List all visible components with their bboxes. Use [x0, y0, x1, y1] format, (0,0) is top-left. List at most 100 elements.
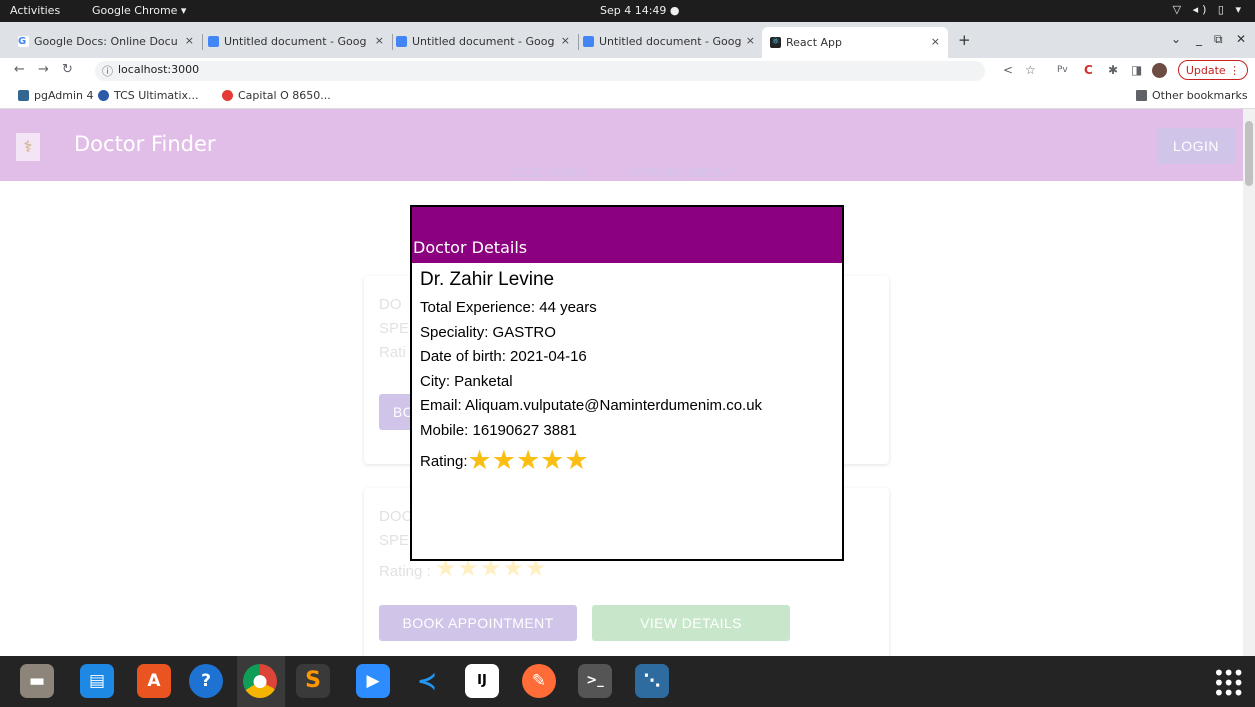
intellij-icon[interactable]: IJ — [465, 664, 499, 698]
tab-google-docs[interactable]: G Google Docs: Online Docu × — [18, 30, 198, 52]
email: Email: Aliquam.vulputate@Naminterdumenim… — [420, 397, 763, 414]
tcs-icon — [98, 90, 109, 101]
terminal-icon[interactable]: >_ — [578, 664, 612, 698]
system-status-icons[interactable]: ▽ ◂) ▯ ▾ — [1173, 3, 1245, 16]
vscode-icon[interactable]: ≺ — [410, 664, 444, 698]
doctor-details-modal: Doctor Details Dr. Zahir Levine Total Ex… — [410, 205, 844, 561]
share-icon[interactable]: < — [1003, 63, 1013, 77]
restore-icon[interactable]: ⧉ — [1214, 32, 1223, 47]
tab-untitled-document[interactable]: Untitled document - Goog × — [208, 30, 388, 52]
tab-label: Untitled document - Goog — [599, 34, 742, 48]
doctor-speciality: SPE — [379, 532, 410, 549]
postman-icon[interactable]: ✎ — [522, 664, 556, 698]
folder-icon — [1136, 90, 1147, 101]
modal-title: Doctor Details — [413, 238, 528, 257]
bookmark-capital-o[interactable]: Capital O 8650... — [222, 89, 331, 102]
doctor-name: Dr. Zahir Levine — [420, 269, 555, 290]
reload-icon[interactable]: ↻ — [62, 62, 73, 77]
tab-label: Google Docs: Online Docu — [34, 34, 178, 48]
puzzle-icon[interactable]: ✱ — [1108, 63, 1118, 77]
side-panel-icon[interactable]: ◨ — [1131, 63, 1142, 77]
help-icon[interactable]: ? — [189, 664, 223, 698]
close-icon[interactable]: × — [375, 34, 384, 47]
page-scrollbar[interactable] — [1243, 109, 1255, 656]
capital-o-icon — [222, 90, 233, 101]
tab-separator — [202, 34, 203, 50]
close-icon[interactable]: × — [746, 34, 755, 47]
rating-label: Rating : — [379, 563, 431, 580]
zoom-icon[interactable]: ▶ — [356, 664, 390, 698]
tab-label: Untitled document - Goog — [224, 34, 367, 48]
mysql-workbench-icon[interactable]: ⋱ — [635, 664, 669, 698]
bookmark-star-icon[interactable]: ☆ — [1025, 63, 1036, 77]
bookmark-label: TCS Ultimatix... — [114, 89, 199, 102]
tab-separator — [392, 34, 393, 50]
tab-react-app[interactable]: ⚛ React App × — [762, 27, 948, 58]
google-icon: G — [18, 35, 29, 47]
app-menu[interactable]: Google Chrome ▾ — [92, 4, 186, 17]
minimize-icon[interactable]: _ — [1196, 32, 1202, 46]
show-applications-icon[interactable]: ••• ••• ••• — [1213, 663, 1244, 703]
rating: Rating:★★★★★ — [420, 445, 589, 476]
back-icon[interactable]: ← — [14, 62, 25, 77]
pgadmin-icon — [18, 90, 29, 101]
dock: ▬ ▤ A ? ● S ▶ ≺ IJ ✎ >_ ⋱ ••• ••• ••• — [0, 656, 1255, 707]
total-experience: Total Experience: 44 years — [420, 299, 597, 316]
tab-separator — [578, 34, 579, 50]
rating-label: Rating: — [420, 453, 468, 470]
modal-header: Doctor Details — [412, 207, 842, 263]
react-icon: ⚛ — [770, 37, 781, 48]
sublime-icon[interactable]: S — [296, 664, 330, 698]
tab-strip: G Google Docs: Online Docu × Untitled do… — [0, 22, 1255, 58]
speciality: Speciality: GASTRO — [420, 324, 556, 341]
tab-appointment[interactable]: APPOINTMENT — [627, 164, 735, 180]
activities-button[interactable]: Activities — [10, 4, 60, 17]
other-bookmarks-label: Other bookmarks — [1152, 89, 1248, 102]
app-bar: ⚕ Doctor Finder LOGIN — [0, 109, 1243, 181]
caduceus-logo-icon: ⚕ — [16, 133, 40, 161]
bookmark-pgadmin[interactable]: pgAdmin 4 — [18, 89, 94, 102]
docs-icon — [583, 35, 594, 47]
doctor-name: DO — [379, 296, 402, 313]
app-title: Doctor Finder — [74, 132, 216, 156]
bookmark-tcs[interactable]: TCS Ultimatix... — [98, 89, 199, 102]
bookmark-label: pgAdmin 4 — [34, 89, 94, 102]
close-icon[interactable]: × — [185, 34, 194, 47]
mobile: Mobile: 16190627 3881 — [420, 422, 577, 439]
doctor-name: DOC — [379, 508, 413, 525]
tab-untitled-document[interactable]: Untitled document - Goog × — [396, 30, 574, 52]
view-details-button[interactable]: VIEW DETAILS — [592, 605, 790, 641]
bookmarks-bar: pgAdmin 4 TCS Ultimatix... Capital O 865… — [0, 84, 1255, 109]
doctor-rating: Rati — [379, 344, 406, 361]
book-appointment-button[interactable]: BOOK APPOINTMENT — [379, 605, 577, 641]
address-bar[interactable] — [95, 61, 985, 81]
clock[interactable]: Sep 4 14:49 ● — [600, 4, 680, 17]
city: City: Panketal — [420, 373, 513, 390]
tab-search-icon[interactable]: ⌄ — [1171, 32, 1181, 46]
close-icon[interactable]: × — [561, 34, 570, 47]
login-button[interactable]: LOGIN — [1157, 128, 1235, 164]
new-tab-button[interactable]: + — [958, 31, 971, 49]
site-info-icon[interactable]: ⓘ — [102, 63, 113, 79]
extension-icon[interactable]: C — [1084, 63, 1093, 77]
update-button[interactable]: Update ⋮ — [1178, 60, 1248, 80]
files-icon[interactable]: ▬ — [20, 664, 54, 698]
tab-doctors[interactable]: DOCTORS — [513, 164, 587, 180]
date-of-birth: Date of birth: 2021-04-16 — [420, 348, 587, 365]
docs-icon — [396, 35, 407, 47]
docs-icon — [208, 35, 219, 47]
pv-extension-icon[interactable]: Pv — [1057, 65, 1068, 75]
window-close-icon[interactable]: ✕ — [1236, 32, 1246, 46]
bookmark-label: Capital O 8650... — [238, 89, 331, 102]
close-icon[interactable]: × — [931, 35, 940, 48]
writer-icon[interactable]: ▤ — [80, 664, 114, 698]
page-content: ⚕ Doctor Finder LOGIN DOCTORS APPOINTMEN… — [0, 109, 1243, 656]
url-text[interactable]: localhost:3000 — [118, 63, 199, 76]
software-icon[interactable]: A — [137, 664, 171, 698]
tab-untitled-document[interactable]: Untitled document - Goog × — [583, 30, 759, 52]
avatar[interactable] — [1152, 63, 1167, 78]
scrollbar-thumb[interactable] — [1245, 121, 1253, 186]
other-bookmarks[interactable]: Other bookmarks — [1136, 89, 1248, 102]
forward-icon[interactable]: → — [38, 62, 49, 77]
chrome-icon[interactable]: ● — [243, 664, 277, 698]
